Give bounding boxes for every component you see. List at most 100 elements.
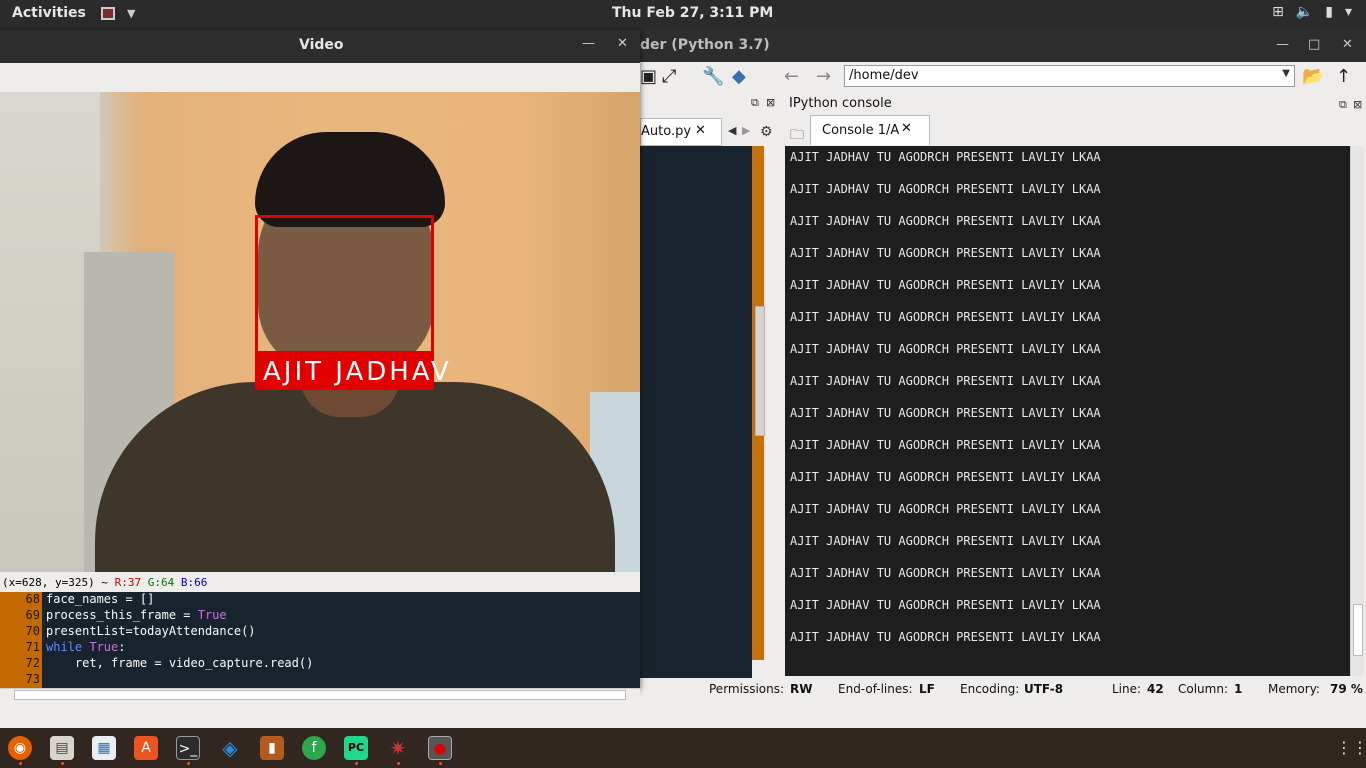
eol-label: End-of-lines: [838,682,913,696]
memory-label: Memory: [1268,682,1320,696]
close-pane-icon[interactable]: ⊠ [766,96,775,109]
close-icon[interactable]: ✕ [1342,37,1353,52]
maximize-pane-icon[interactable]: ⤢ [662,66,676,87]
gear-icon[interactable]: ⚙ [760,124,773,140]
working-directory-value: /home/dev [849,68,919,83]
line-number: 71 [25,640,40,654]
permissions-value: RW [790,682,813,696]
network-icon[interactable]: ⊞ [1272,4,1284,20]
back-arrow-icon[interactable]: ← [784,66,799,87]
encoding-label: Encoding: [960,682,1020,696]
line-number: 68 [25,592,40,606]
console-scrollbar[interactable] [1350,146,1364,676]
pixel-red: R:37 [114,576,142,589]
tab-scroll-left-icon[interactable]: ◀ [728,124,736,137]
video-toolbar [0,63,640,93]
running-indicator [61,762,64,765]
ipython-console[interactable]: AJIT JADHAV TU AGODRCH PRESENTI LAVLIY L… [785,146,1350,676]
firefox-icon[interactable]: ◉ [8,736,32,760]
running-indicator [355,762,358,765]
line-value: 42 [1147,682,1164,696]
close-pane-icon[interactable]: ⊠ [1353,98,1362,111]
console-line: AJIT JADHAV TU AGODRCH PRESENTI LAVLIY L… [790,406,1101,420]
code-text: ret, frame = video_capture.read() [46,656,314,670]
chevron-down-icon[interactable]: ▼ [127,7,135,20]
spyder-title: der (Python 3.7) [640,37,770,53]
editor-area[interactable] [640,146,752,686]
minimize-icon[interactable]: — [582,36,595,51]
battery-icon[interactable]: ▮ [1325,4,1333,20]
close-tab-icon[interactable]: ✕ [695,123,706,138]
spyder-icon[interactable]: ✷ [386,736,410,760]
vscode-icon[interactable]: ◈ [218,736,242,760]
running-indicator [187,762,190,765]
code-text: presentList=todayAttendance() [46,624,256,638]
power-menu-icon[interactable]: ▾ [1345,4,1352,20]
undock-icon[interactable]: ⧉ [751,96,759,110]
show-applications-icon[interactable]: ⋮⋮⋮ [1336,738,1366,758]
close-tab-icon[interactable]: ✕ [901,121,912,136]
line-number: 70 [25,624,40,638]
close-icon[interactable]: ✕ [617,36,628,51]
wrench-icon[interactable]: 🔧 [702,66,724,87]
encoding-value: UTF-8 [1024,682,1064,696]
status-bar: Permissions: RW End-of-lines: LF Encodin… [640,678,1366,700]
editor-scrollbar[interactable] [752,146,766,660]
folder-icon[interactable]: 🗀 [790,124,804,148]
person-hair [255,132,445,227]
system-tray[interactable]: ⊞ 🔈 ▮ ▾ [1272,4,1352,20]
code-keyword: True [197,608,227,622]
console-line: AJIT JADHAV TU AGODRCH PRESENTI LAVLIY L… [790,470,1101,484]
column-label: Column: [1178,682,1228,696]
toolbar-tool-icon[interactable]: ▣ [640,66,657,87]
document-viewer-icon[interactable]: ▦ [92,736,116,760]
code-text: face_names = [] [46,592,155,606]
console-line: AJIT JADHAV TU AGODRCH PRESENTI LAVLIY L… [790,342,1101,356]
pixel-coords: (x=628, y=325) ~ [2,576,108,589]
console-pane-title: IPython console [789,96,892,111]
volume-icon[interactable]: 🔈 [1296,4,1313,20]
video-titlebar[interactable]: Video — ✕ [0,30,640,63]
terminal-icon[interactable]: >_ [176,736,200,760]
app-menu-icon[interactable] [101,7,115,20]
editor-scroll-thumb[interactable] [755,306,765,436]
line-number: 73 [25,672,40,686]
face-name-text: AJIT JADHAV [263,357,452,387]
editor-tab-auto[interactable]: Auto.py ✕ [640,118,722,146]
up-arrow-icon[interactable]: ↑ [1336,66,1351,87]
activities-button[interactable]: Activities [12,5,86,21]
editor-hscrollbar[interactable] [0,688,640,702]
console-line: AJIT JADHAV TU AGODRCH PRESENTI LAVLIY L… [790,438,1101,452]
console-tab[interactable]: Console 1/A ✕ [810,115,930,145]
feedreader-icon[interactable]: f [302,736,326,760]
pycharm-icon[interactable]: PC [344,736,368,760]
code-segment: process_this_frame = [46,608,198,622]
working-directory-input[interactable]: /home/dev ▼ [844,65,1295,87]
video-title: Video [299,37,344,53]
opencv-window-icon[interactable]: ● [428,736,452,760]
tab-scroll-right-icon[interactable]: ▶ [742,124,750,137]
running-indicator [397,762,400,765]
chevron-down-icon[interactable]: ▼ [1282,68,1290,79]
software-store-icon[interactable]: A [134,736,158,760]
line-label: Line: [1112,682,1142,696]
forward-arrow-icon[interactable]: → [816,66,831,87]
hscroll-thumb[interactable] [14,690,626,700]
python-icon[interactable]: ◆ [732,66,746,87]
console-line: AJIT JADHAV TU AGODRCH PRESENTI LAVLIY L… [790,150,1101,164]
console-line: AJIT JADHAV TU AGODRCH PRESENTI LAVLIY L… [790,502,1101,516]
console-scroll-thumb[interactable] [1353,604,1363,656]
console-line: AJIT JADHAV TU AGODRCH PRESENTI LAVLIY L… [790,214,1101,228]
running-indicator [439,762,442,765]
webcam-frame[interactable]: AJIT JADHAV [0,92,640,572]
folder-open-icon[interactable]: 📂 [1302,66,1324,87]
clock[interactable]: Thu Feb 27, 3:11 PM [612,5,773,21]
code-editor-visible[interactable]: 68 face_names = [] 69 process_this_frame… [0,592,640,688]
archive-manager-icon[interactable]: ▮ [260,736,284,760]
maximize-icon[interactable]: □ [1308,37,1320,52]
minimize-icon[interactable]: — [1276,37,1289,52]
files-cabinet-icon[interactable]: ▤ [50,736,74,760]
pixel-green: G:64 [147,576,175,589]
face-detection-box [255,215,434,354]
undock-icon[interactable]: ⧉ [1339,98,1347,112]
